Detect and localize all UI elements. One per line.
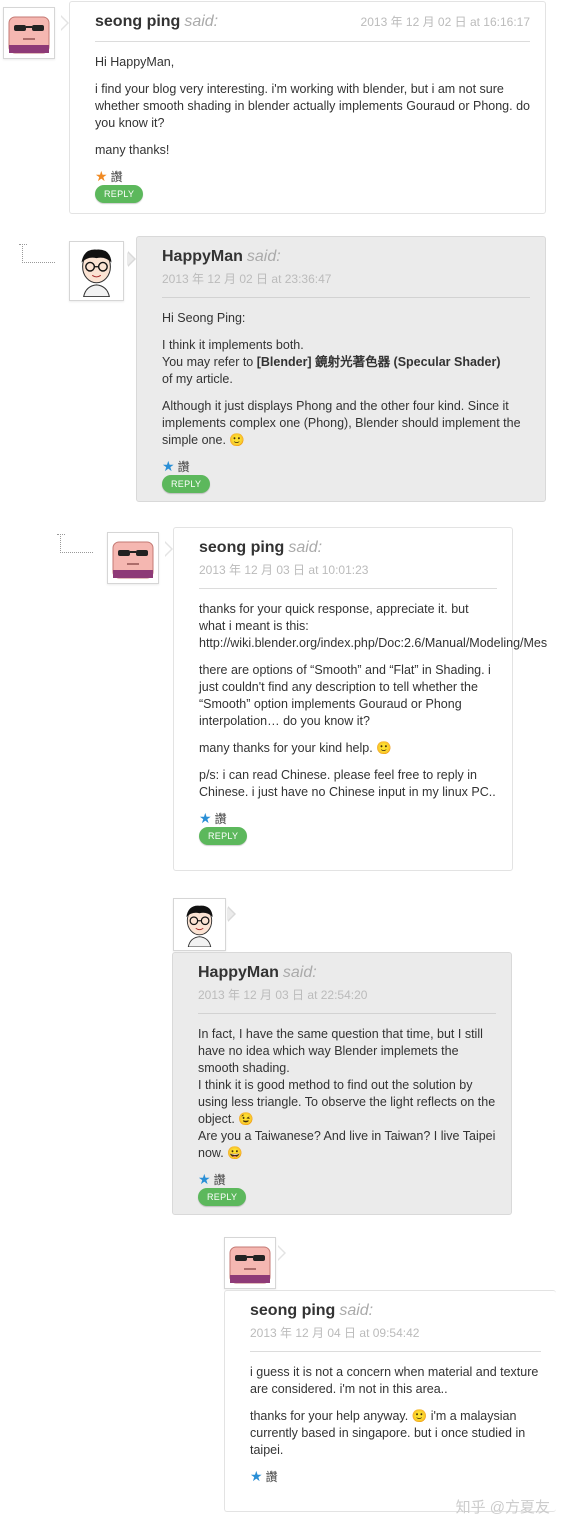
comment-5: seong ping said: 2013 年 12 月 04 日 at 09:5…: [224, 1290, 556, 1512]
avatar-happyman[interactable]: [173, 898, 226, 951]
comment-paragraph: Although it just displays Phong and the …: [162, 399, 521, 447]
comment-paragraph: Hi HappyMan,: [95, 55, 175, 69]
like-rating[interactable]: ★ 讚: [162, 458, 530, 474]
zhihu-watermark: 知乎 @方夏友: [455, 1499, 550, 1516]
glasses-boy-face-icon: [73, 245, 120, 297]
comment-date[interactable]: 2013 年 12 月 02 日 at 23:36:47: [162, 270, 530, 287]
bald-sunglasses-face-icon: [7, 11, 51, 55]
avatar-seong-ping[interactable]: [3, 7, 55, 59]
comment-paragraph: there are options of “Smooth” and “Flat”…: [199, 663, 491, 728]
reply-button[interactable]: REPLY: [199, 827, 248, 845]
said-label: said:: [184, 13, 219, 30]
comment-body: thanks for your quick response, apprecia…: [199, 601, 547, 801]
avatar-happyman[interactable]: [69, 241, 124, 301]
text-line: Are you a Taiwanese? And live in Taiwan?…: [198, 1129, 496, 1160]
reply-button[interactable]: REPLY: [198, 1188, 247, 1206]
comment-pointer: [60, 15, 69, 31]
bald-sunglasses-face-icon: [111, 536, 155, 580]
comment-paragraph: p/s: i can read Chinese. please feel fre…: [199, 768, 496, 799]
like-rating[interactable]: ★ 讚: [198, 1171, 496, 1187]
comment-date[interactable]: 2013 年 12 月 03 日 at 22:54:20: [198, 986, 496, 1003]
comment-pointer: [127, 251, 136, 267]
wiki-link[interactable]: http://wiki.blender.org/index.php/Doc:2.…: [199, 636, 547, 650]
like-label: 讚: [213, 1173, 226, 1187]
like-rating[interactable]: ★ 讚: [250, 1468, 541, 1484]
comment-1: seong ping said: 2013 年 12 月 02 日 at 16:1…: [69, 1, 546, 214]
comment-2: HappyMan said: 2013 年 12 月 02 日 at 23:36:…: [136, 236, 546, 502]
like-label: 讚: [177, 460, 190, 474]
comment-paragraph: In fact, I have the same question that t…: [198, 1026, 496, 1162]
avatar-seong-ping[interactable]: [224, 1237, 276, 1289]
comment-paragraph: i find your blog very interesting. i'm w…: [95, 82, 530, 130]
comment-header: seong ping said: 2013 年 12 月 04 日 at 09:5…: [250, 1302, 541, 1352]
comment-paragraph: Hi Seong Ping:: [162, 311, 246, 325]
like-rating[interactable]: ★ 讚: [199, 810, 497, 826]
comment-paragraph: i guess it is not a concern when materia…: [250, 1365, 539, 1396]
text-line: of my article.: [162, 372, 233, 386]
comment-author[interactable]: HappyMan: [198, 964, 279, 981]
comment-paragraph: I think it implements both. You may refe…: [162, 337, 530, 388]
like-label: 讚: [110, 170, 123, 184]
comment-body: In fact, I have the same question that t…: [198, 1026, 496, 1162]
bald-sunglasses-face-icon: [228, 1241, 272, 1285]
comment-author[interactable]: seong ping: [199, 539, 284, 556]
comment-paragraph: thanks for your help anyway. 🙂 i'm a mal…: [250, 1409, 526, 1457]
comment-header: seong ping said: 2013 年 12 月 02 日 at 16:1…: [95, 13, 530, 42]
said-label: said:: [339, 1302, 374, 1319]
reply-button[interactable]: REPLY: [95, 185, 144, 203]
comment-paragraph: many thanks for your kind help. 🙂: [199, 741, 392, 755]
thread-connector: [57, 534, 93, 553]
star-icon[interactable]: ★: [95, 168, 108, 184]
comment-body: Hi HappyMan, i find your blog very inter…: [95, 54, 530, 159]
comment-header: HappyMan said: 2013 年 12 月 03 日 at 22:54:…: [198, 964, 496, 1014]
comment-paragraph: many thanks!: [95, 143, 170, 157]
comment-author[interactable]: seong ping: [95, 13, 180, 30]
like-label: 讚: [214, 812, 227, 826]
thread-connector: [19, 244, 55, 263]
like-label: 讚: [265, 1470, 278, 1484]
text-line: I think it implements both.: [162, 338, 304, 352]
said-label: said:: [288, 539, 323, 556]
text-line: thanks for your quick response, apprecia…: [199, 602, 469, 633]
comment-header: HappyMan said: 2013 年 12 月 02 日 at 23:36:…: [162, 248, 530, 298]
comment-date[interactable]: 2013 年 12 月 03 日 at 10:01:23: [199, 561, 497, 578]
like-rating[interactable]: ★ 讚: [95, 168, 530, 184]
article-link[interactable]: [Blender] 鏡射光著色器 (Specular Shader): [257, 355, 501, 369]
comment-body: Hi Seong Ping: I think it implements bot…: [162, 310, 530, 449]
text-line: In fact, I have the same question that t…: [198, 1027, 483, 1075]
comment-body: i guess it is not a concern when materia…: [250, 1364, 541, 1459]
text-line: You may refer to: [162, 355, 257, 369]
reply-button[interactable]: REPLY: [162, 475, 211, 493]
avatar-seong-ping[interactable]: [107, 532, 159, 584]
said-label: said:: [282, 964, 317, 981]
comment-pointer: [277, 1245, 286, 1261]
said-label: said:: [246, 248, 281, 265]
comment-4: HappyMan said: 2013 年 12 月 03 日 at 22:54:…: [172, 952, 512, 1215]
star-icon[interactable]: ★: [162, 458, 175, 474]
star-icon[interactable]: ★: [250, 1468, 263, 1484]
text-line: I think it is good method to find out th…: [198, 1078, 496, 1126]
star-icon[interactable]: ★: [199, 810, 212, 826]
star-icon[interactable]: ★: [198, 1171, 211, 1187]
glasses-boy-face-icon: [178, 902, 221, 947]
comment-date[interactable]: 2013 年 12 月 02 日 at 16:16:17: [361, 13, 530, 30]
comment-pointer: [227, 906, 236, 922]
comment-date[interactable]: 2013 年 12 月 04 日 at 09:54:42: [250, 1324, 541, 1341]
comment-3: seong ping said: 2013 年 12 月 03 日 at 10:0…: [173, 527, 547, 871]
comment-pointer: [164, 541, 173, 557]
comment-author[interactable]: HappyMan: [162, 248, 243, 265]
comment-header: seong ping said: 2013 年 12 月 03 日 at 10:0…: [199, 539, 497, 589]
comment-author[interactable]: seong ping: [250, 1302, 335, 1319]
comment-paragraph: thanks for your quick response, apprecia…: [199, 601, 547, 652]
